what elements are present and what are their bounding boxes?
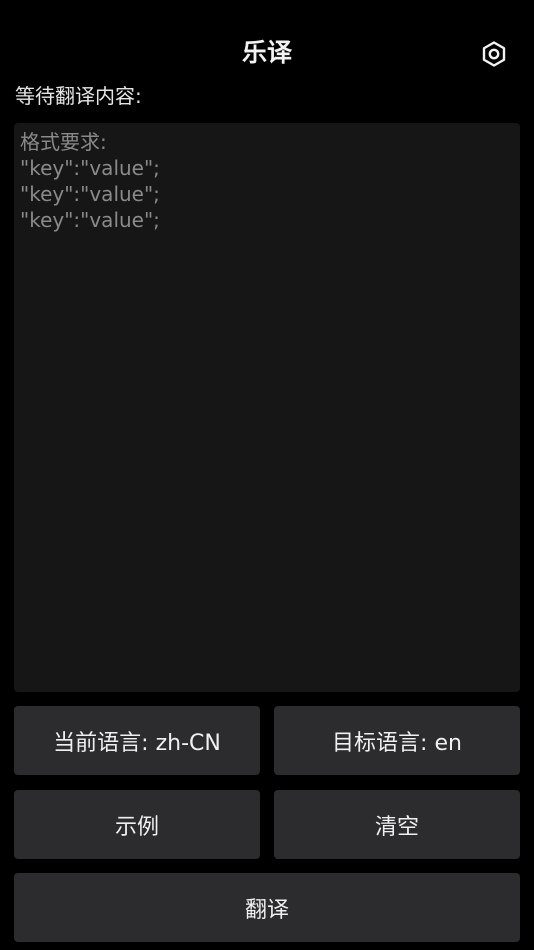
clear-button[interactable]: 清空 — [274, 790, 520, 859]
settings-button[interactable] — [474, 34, 514, 74]
example-button[interactable]: 示例 — [14, 790, 260, 859]
translation-input-container — [14, 123, 520, 692]
page-title: 乐译 — [241, 38, 292, 67]
translate-button[interactable]: 翻译 — [14, 873, 520, 942]
nav-bar: 乐译 — [0, 0, 534, 80]
settings-hexagon-icon — [482, 41, 506, 67]
translation-input[interactable] — [20, 129, 514, 686]
source-language-button[interactable]: 当前语言: zh-CN — [14, 706, 260, 775]
target-language-button[interactable]: 目标语言: en — [274, 706, 520, 775]
input-section-label: 等待翻译内容: — [15, 84, 142, 108]
